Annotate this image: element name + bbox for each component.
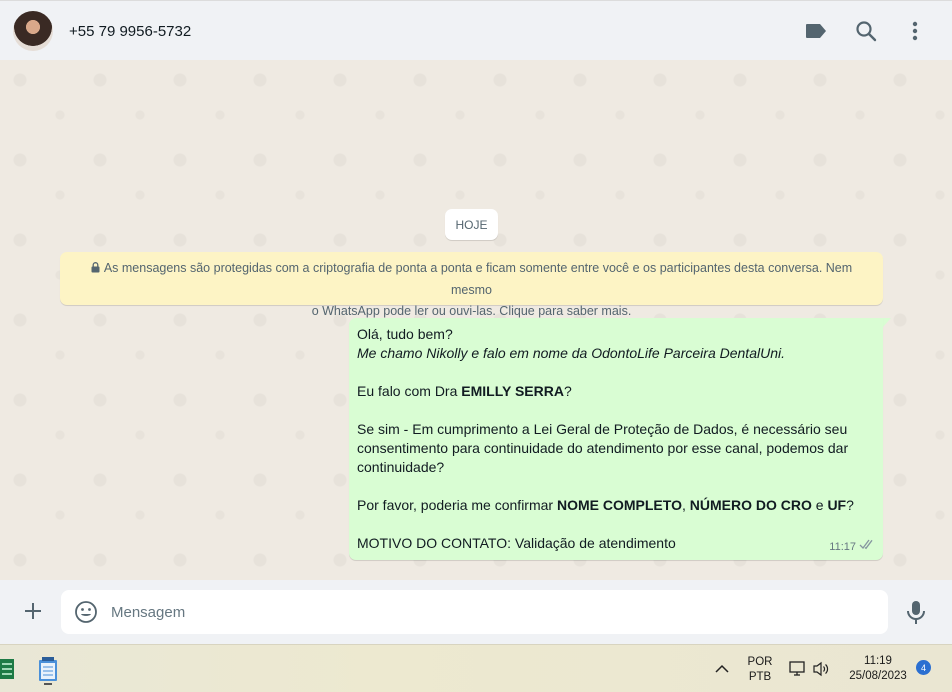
microphone-icon[interactable] — [905, 600, 927, 626]
chat-area[interactable]: HOJE As mensagens são protegidas com a c… — [0, 60, 952, 580]
double-check-icon — [859, 538, 875, 557]
date-chip: HOJE — [445, 209, 498, 240]
clock-date: 25/08/2023 — [849, 670, 907, 682]
clock[interactable]: 11:19 25/08/2023 — [840, 654, 916, 684]
message-greeting: Olá, tudo bem? — [357, 326, 453, 342]
network-icon[interactable] — [789, 660, 807, 678]
attach-plus-icon[interactable] — [20, 598, 46, 624]
message-box — [61, 590, 888, 634]
message-reason: MOTIVO DO CONTATO: Validação de atendime… — [357, 535, 676, 551]
encryption-notice[interactable]: As mensagens são protegidas com a cripto… — [60, 252, 883, 318]
message-lgpd-line3: continuidade? — [357, 459, 445, 475]
search-icon[interactable] — [854, 19, 878, 43]
message-intro: Me chamo Nikolly e falo em nome da Odont… — [357, 345, 785, 361]
message-confirm: Por favor, poderia me confirmar NOME COM… — [357, 497, 854, 513]
bubble-tail — [883, 318, 891, 327]
notification-badge[interactable]: 4 — [916, 660, 931, 675]
menu-dots-icon[interactable] — [903, 19, 927, 43]
message-meta: 11:17 — [829, 538, 875, 557]
message-lgpd-line1: Se sim - Em cumprimento a Lei Geral de P… — [357, 421, 848, 437]
contact-avatar[interactable] — [13, 11, 53, 51]
contact-name[interactable]: +55 79 9956-5732 — [69, 23, 191, 40]
volume-icon[interactable] — [812, 660, 830, 678]
os-taskbar: POR PTB 11:19 25/08/2023 — [0, 644, 952, 692]
emoji-icon[interactable] — [74, 600, 98, 624]
lock-icon — [91, 259, 100, 280]
chevron-up-icon[interactable] — [714, 662, 730, 674]
notepad-app-icon[interactable] — [37, 657, 59, 685]
chat-header: +55 79 9956-5732 — [0, 0, 952, 60]
message-lgpd-line2: consentimento para continuidade do atend… — [357, 440, 849, 456]
dentist-name: EMILLY SERRA — [461, 383, 564, 399]
encryption-notice-line1: As mensagens são protegidas com a cripto… — [103, 261, 853, 297]
label-icon[interactable] — [804, 19, 828, 43]
message-time: 11:17 — [829, 541, 856, 553]
outgoing-message[interactable]: Olá, tudo bem? Me chamo Nikolly e falo e… — [349, 318, 883, 560]
message-input[interactable] — [111, 601, 871, 623]
input-language[interactable]: POR PTB — [742, 655, 778, 685]
message-question: Eu falo com Dra EMILLY SERRA? — [357, 383, 572, 399]
clock-time: 11:19 — [864, 655, 892, 667]
composer — [0, 580, 952, 644]
spreadsheet-app-icon[interactable] — [0, 657, 14, 681]
